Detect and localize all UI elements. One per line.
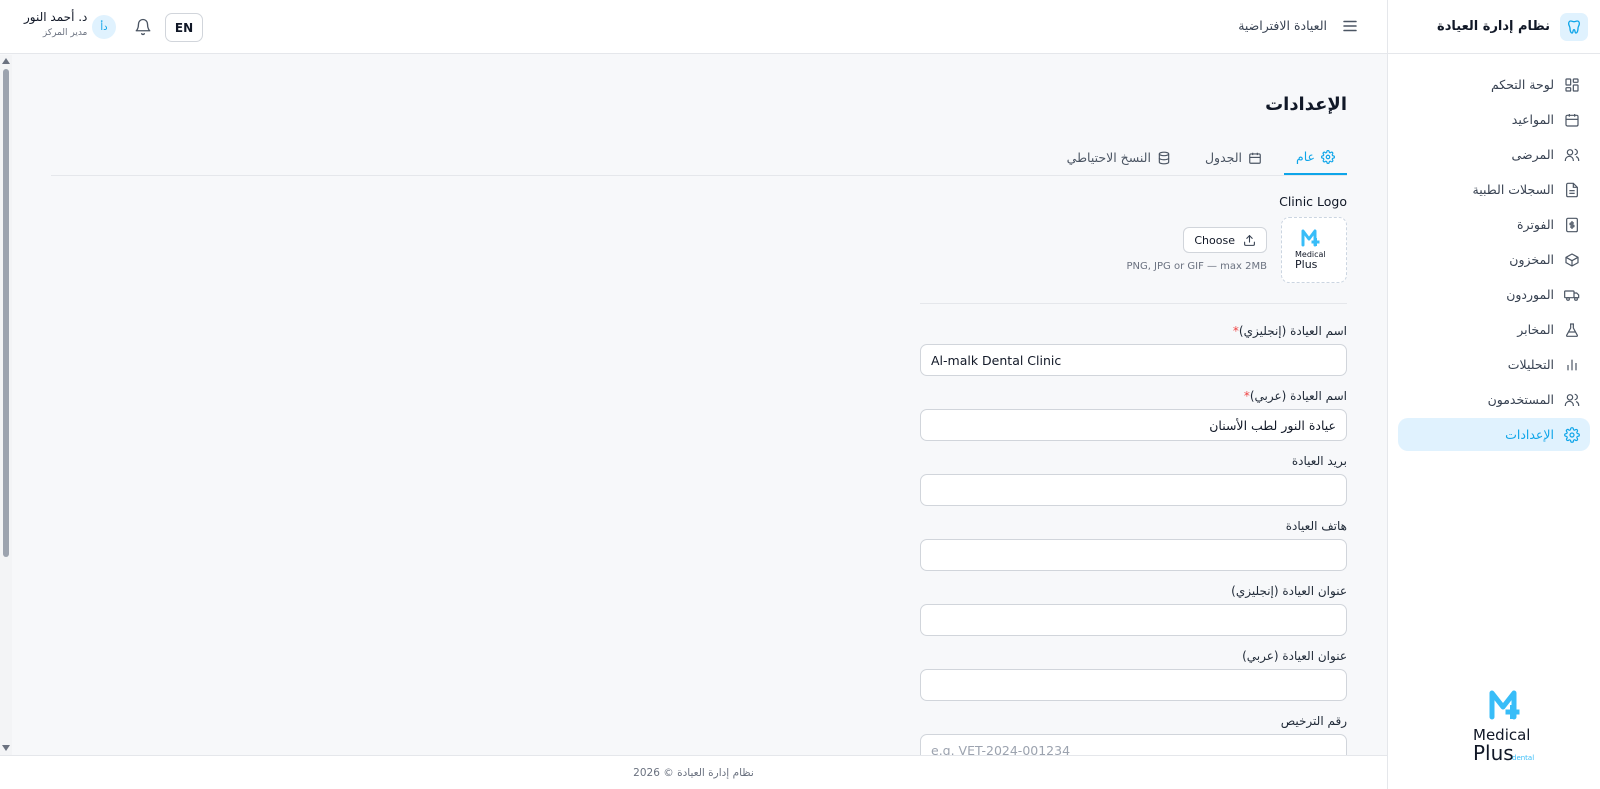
menu-icon[interactable] <box>1341 17 1359 35</box>
sidebar-item-appointments[interactable]: المواعيد <box>1398 103 1590 136</box>
tab-schedule[interactable]: الجدول <box>1193 140 1274 175</box>
sidebar-item-users[interactable]: المستخدمون <box>1398 383 1590 416</box>
users-icon <box>1564 393 1580 406</box>
logo-hint: PNG, JPG or GIF — max 2MB <box>1126 261 1267 272</box>
sidebar-item-patients[interactable]: المرضى <box>1398 138 1590 171</box>
user-info: د. أحمد النور مدير المركز <box>24 10 87 38</box>
tab-label: الجدول <box>1204 150 1242 165</box>
field-clinic-name-ar: *اسم العيادة (عربي) <box>920 389 1347 441</box>
sidebar-item-label: المخابر <box>1517 322 1554 337</box>
sidebar-item-labs[interactable]: المخابر <box>1398 313 1590 346</box>
clinic-address-ar-input[interactable] <box>920 669 1347 701</box>
clinic-name: العيادة الافتراضية <box>1238 18 1327 33</box>
tab-general[interactable]: عام <box>1283 140 1347 175</box>
tab-backup[interactable]: النسخ الاحتياطي <box>1055 140 1183 175</box>
general-settings-form: Clinic Logo Medical Plus Choose PNG, JPG… <box>920 194 1347 779</box>
brand-tag: dental <box>1512 754 1534 762</box>
sidebar-header: نظام إدارة العيادة <box>1388 0 1600 54</box>
field-clinic-phone: هاتف العيادة <box>920 519 1347 571</box>
bell-icon[interactable] <box>134 18 152 36</box>
tooth-icon <box>1560 12 1588 41</box>
footer-text: نظام إدارة العيادة © 2026 <box>633 766 754 779</box>
user-role: مدير المركز <box>42 28 88 38</box>
sidebar-item-analytics[interactable]: التحليلات <box>1398 348 1590 381</box>
clinic-logo-preview[interactable]: Medical Plus <box>1281 217 1347 283</box>
tab-label: النسخ الاحتياطي <box>1066 150 1151 165</box>
scrollbar[interactable] <box>0 55 12 755</box>
clinic-logo-section: Medical Plus Choose PNG, JPG or GIF — ma… <box>920 217 1347 304</box>
sidebar-item-label: المستخدمون <box>1487 392 1554 407</box>
page-title: الإعدادات <box>1265 94 1347 115</box>
clinic-address-en-input[interactable] <box>920 604 1347 636</box>
medical-plus-logo-thumbnail: Medical Plus <box>1295 229 1326 271</box>
sidebar-item-label: المخزون <box>1509 252 1554 267</box>
gear-icon <box>1321 149 1335 164</box>
clinic-email-label: بريد العيادة <box>1291 454 1347 468</box>
sidebar-item-suppliers[interactable]: الموردون <box>1398 278 1590 311</box>
box-icon <box>1565 252 1579 267</box>
clinic-name-ar-input[interactable] <box>920 409 1347 441</box>
user-name: د. أحمد النور <box>24 10 88 24</box>
clinic-name-en-input[interactable] <box>920 344 1347 376</box>
sidebar-item-label: السجلات الطبية <box>1472 182 1554 197</box>
field-clinic-address-ar: عنوان العيادة (عربي) <box>920 649 1347 701</box>
truck-icon <box>1564 289 1580 301</box>
scroll-thumb[interactable] <box>3 69 9 557</box>
choose-label: Choose <box>1194 233 1235 247</box>
clinic-phone-label: هاتف العيادة <box>1285 519 1347 533</box>
sidebar-item-inventory[interactable]: المخزون <box>1398 243 1590 276</box>
sidebar: نظام إدارة العيادة لوحة التحكم المواعيد … <box>1387 0 1600 789</box>
document-icon <box>1566 182 1578 197</box>
brand-line2: Plus <box>1473 741 1514 765</box>
database-icon <box>1158 151 1170 164</box>
top-bar: العيادة الافتراضية EN دأ د. أحمد النور م… <box>0 0 1387 54</box>
scroll-up-arrow[interactable] <box>2 58 10 64</box>
sidebar-item-label: المواعيد <box>1511 112 1554 127</box>
gear-icon <box>1564 426 1580 443</box>
field-clinic-name-en: *اسم العيادة (إنجليزي) <box>920 324 1347 376</box>
sidebar-item-settings[interactable]: الإعدادات <box>1398 418 1590 451</box>
scroll-down-arrow[interactable] <box>2 745 10 751</box>
bar-chart-icon <box>1567 359 1577 370</box>
sidebar-item-label: لوحة التحكم <box>1490 77 1554 92</box>
dollar-icon <box>1566 217 1578 232</box>
language-toggle-button[interactable]: EN <box>165 13 203 42</box>
tab-label: عام <box>1295 149 1315 164</box>
clinic-address-ar-label: عنوان العيادة (عربي) <box>1242 649 1347 663</box>
clinic-logo-label: Clinic Logo <box>1279 194 1347 209</box>
logo-thumb-line2: Plus <box>1295 258 1318 271</box>
sidebar-item-label: المرضى <box>1511 147 1554 162</box>
footer: نظام إدارة العيادة © 2026 <box>0 755 1387 789</box>
clinic-name-en-label: اسم العيادة (إنجليزي) <box>1238 324 1347 338</box>
upload-icon <box>1244 234 1255 246</box>
sidebar-item-dashboard[interactable]: لوحة التحكم <box>1398 68 1590 101</box>
sidebar-item-medical-records[interactable]: السجلات الطبية <box>1398 173 1590 206</box>
medical-plus-logo: Medical Plus dental <box>1473 690 1534 765</box>
sidebar-nav: لوحة التحكم المواعيد المرضى السجلات الطب… <box>1388 54 1600 451</box>
app-title: نظام إدارة العيادة <box>1437 19 1550 34</box>
clinic-name-ar-label: اسم العيادة (عربي) <box>1249 389 1347 403</box>
field-clinic-address-en: عنوان العيادة (إنجليزي) <box>920 584 1347 636</box>
dashboard-icon <box>1565 77 1579 92</box>
field-clinic-email: بريد العيادة <box>920 454 1347 506</box>
license-number-label: رقم الترخيص <box>1280 714 1347 728</box>
sidebar-item-label: الموردون <box>1506 287 1554 302</box>
flask-icon <box>1565 322 1579 337</box>
sidebar-item-billing[interactable]: الفوترة <box>1398 208 1590 241</box>
settings-tabs: عام الجدول النسخ الاحتياطي <box>51 140 1347 176</box>
sidebar-item-label: الإعدادات <box>1505 427 1554 442</box>
sidebar-item-label: الفوترة <box>1517 217 1554 232</box>
clinic-phone-input[interactable] <box>920 539 1347 571</box>
calendar-icon <box>1565 113 1579 127</box>
calendar-icon <box>1249 152 1261 164</box>
choose-logo-button[interactable]: Choose <box>1183 227 1267 253</box>
clinic-email-input[interactable] <box>920 474 1347 506</box>
clinic-address-en-label: عنوان العيادة (إنجليزي) <box>1231 584 1347 598</box>
logo-upload-controls: Choose PNG, JPG or GIF — max 2MB <box>1126 217 1267 272</box>
sidebar-item-label: التحليلات <box>1507 357 1554 372</box>
avatar[interactable]: دأ <box>92 15 116 39</box>
patients-icon <box>1564 148 1580 161</box>
